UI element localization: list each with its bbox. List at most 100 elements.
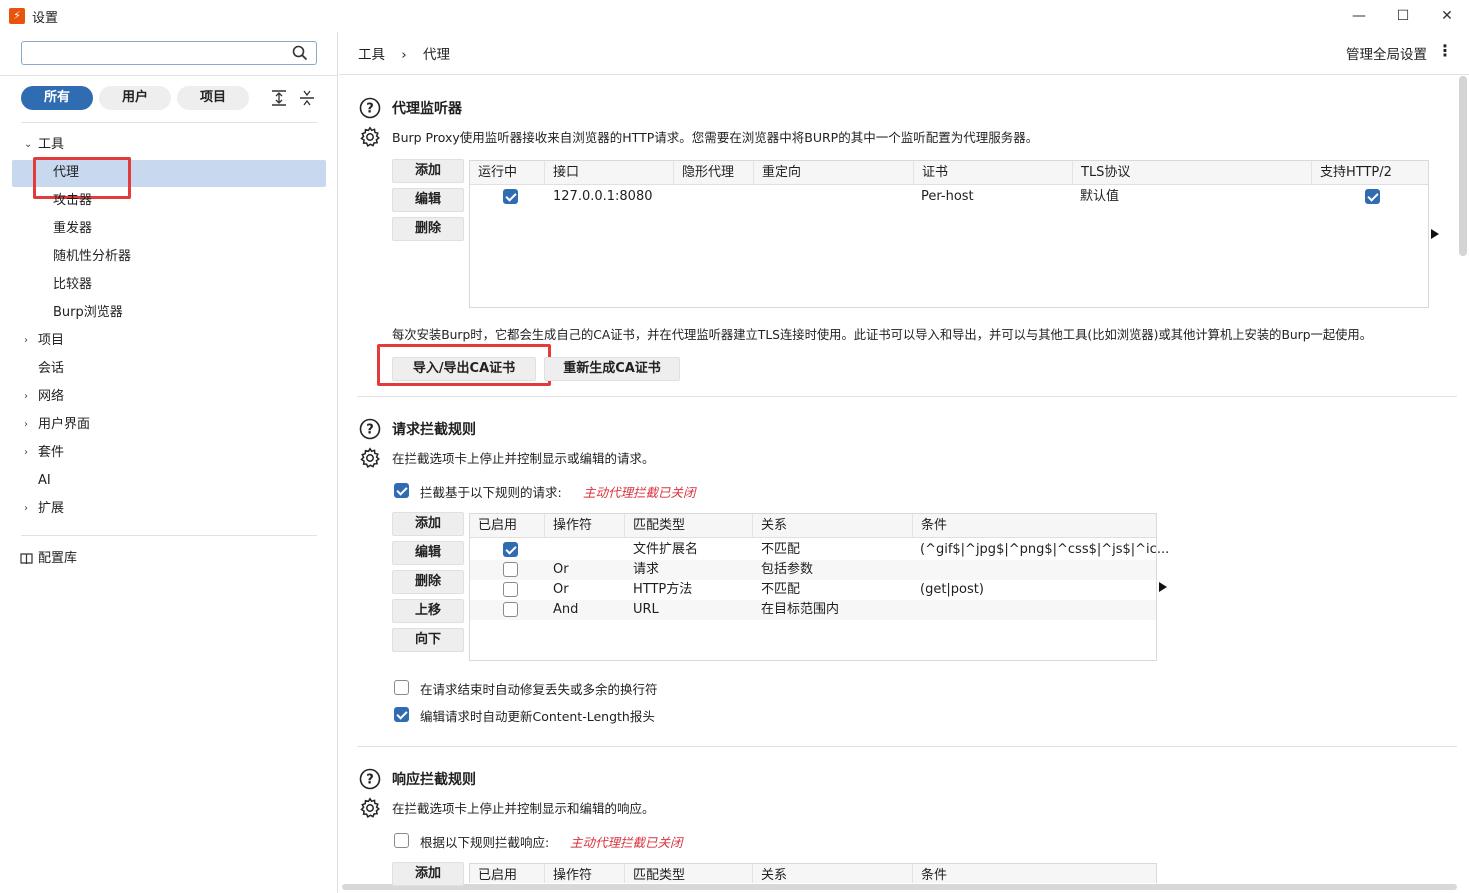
response-rules-title: 响应拦截规则: [392, 772, 476, 788]
help-icon[interactable]: ?: [359, 418, 381, 440]
listener-tls: 默认值: [1080, 189, 1120, 204]
column-header[interactable]: 匹配类型: [625, 864, 753, 883]
collapse-all-icon[interactable]: [297, 88, 317, 108]
minimize-button[interactable]: —: [1344, 4, 1374, 28]
chevron-down-icon[interactable]: ⌄: [24, 133, 36, 157]
expand-all-icon[interactable]: [269, 88, 289, 108]
table-header: 运行中 接口 隐形代理 重定向 证书 TLS协议 支持HTTP/2: [470, 161, 1428, 185]
column-header[interactable]: 操作符: [545, 514, 625, 538]
rule-edit-button[interactable]: 编辑: [392, 541, 464, 565]
close-button[interactable]: ✕: [1432, 4, 1462, 28]
listener-remove-button[interactable]: 删除: [392, 217, 464, 241]
listener-edit-button[interactable]: 编辑: [392, 188, 464, 212]
column-header[interactable]: 运行中: [470, 161, 545, 185]
column-header[interactable]: 重定向: [754, 161, 914, 185]
svg-text:?: ?: [366, 773, 374, 788]
search-icon[interactable]: [291, 44, 309, 62]
table-header: 已启用 操作符 匹配类型 关系 条件: [470, 514, 1156, 538]
response-rules-description: 在拦截选项卡上停止并控制显示和编辑的响应。: [392, 801, 655, 816]
column-header[interactable]: 支持HTTP/2: [1312, 161, 1428, 185]
column-header[interactable]: 条件: [913, 864, 1156, 883]
sidebar-search-input[interactable]: [21, 41, 317, 65]
section-divider: [357, 746, 1457, 747]
http2-checkbox[interactable]: [1365, 189, 1380, 204]
regenerate-ca-button[interactable]: 重新生成CA证书: [544, 357, 680, 381]
scroll-right-arrow-icon[interactable]: [1431, 229, 1439, 239]
column-header[interactable]: 隐形代理: [674, 161, 754, 185]
horizontal-scrollbar[interactable]: [342, 884, 1457, 890]
rule-enabled-checkbox[interactable]: [503, 562, 518, 577]
sidebar-divider: [0, 75, 338, 76]
chevron-right-icon[interactable]: ›: [24, 329, 36, 353]
column-header[interactable]: 证书: [914, 161, 1073, 185]
column-header[interactable]: 操作符: [545, 864, 625, 883]
auto-update-content-length-label: 编辑请求时自动更新Content-Length报头: [420, 709, 655, 724]
rule-enabled-checkbox[interactable]: [503, 542, 518, 557]
chevron-right-icon[interactable]: ›: [24, 441, 36, 465]
auto-fix-newlines-label: 在请求结束时自动修复丢失或多余的换行符: [420, 682, 658, 697]
intercept-status-text: 主动代理拦截已关闭: [570, 835, 683, 850]
manage-global-settings-link[interactable]: 管理全局设置: [1346, 43, 1427, 63]
running-checkbox[interactable]: [503, 189, 518, 204]
rule-enabled-checkbox[interactable]: [503, 602, 518, 617]
help-icon[interactable]: ?: [359, 768, 381, 790]
filter-project[interactable]: 项目: [177, 86, 249, 110]
column-header[interactable]: 已启用: [470, 864, 545, 883]
table-row[interactable]: Or 请求 包括参数: [470, 560, 1156, 580]
filter-user[interactable]: 用户: [99, 86, 171, 110]
help-icon[interactable]: ?: [359, 97, 381, 119]
chevron-right-icon[interactable]: ›: [24, 497, 36, 521]
table-header: 已启用 操作符 匹配类型 关系 条件: [470, 864, 1156, 883]
rule-move-up-button[interactable]: 上移: [392, 599, 464, 623]
intercept-responses-label: 根据以下规则拦截响应:: [420, 835, 550, 850]
chevron-right-icon[interactable]: ›: [24, 385, 36, 409]
response-rule-add-button[interactable]: 添加: [392, 862, 464, 886]
intercept-status-text: 主动代理拦截已关闭: [583, 485, 696, 500]
breadcrumb-root[interactable]: 工具: [358, 47, 385, 63]
table-row[interactable]: And URL 在目标范围内: [470, 600, 1156, 620]
column-header[interactable]: 关系: [753, 864, 913, 883]
maximize-button[interactable]: ☐: [1388, 4, 1418, 28]
column-header[interactable]: 关系: [753, 514, 913, 538]
svg-text:?: ?: [366, 423, 374, 438]
scroll-right-arrow-icon[interactable]: [1159, 582, 1167, 592]
column-header[interactable]: 条件: [913, 514, 1156, 538]
gear-icon[interactable]: [359, 797, 381, 819]
header-divider: [339, 74, 1469, 75]
auto-update-content-length-checkbox[interactable]: [394, 707, 409, 722]
table-row[interactable]: Or HTTP方法 不匹配 (get|post): [470, 580, 1156, 600]
more-options-icon[interactable]: ⋮: [1437, 41, 1453, 60]
section-divider: [357, 396, 1457, 397]
tree-item-label: 套件: [38, 445, 65, 460]
rule-move-down-button[interactable]: 向下: [392, 628, 464, 652]
intercept-responses-checkbox[interactable]: [394, 833, 409, 848]
intercept-requests-checkbox[interactable]: [394, 483, 409, 498]
rule-operator: Or: [553, 562, 569, 577]
rule-match-type: URL: [633, 602, 659, 617]
sidebar-divider: [21, 122, 317, 123]
vertical-scrollbar[interactable]: [1459, 76, 1467, 256]
rule-add-button[interactable]: 添加: [392, 512, 464, 536]
gear-icon[interactable]: [359, 126, 381, 148]
column-header[interactable]: 已启用: [470, 514, 545, 538]
rule-match-type: 请求: [633, 562, 660, 577]
table-row[interactable]: 文件扩展名 不匹配 (^gif$|^jpg$|^png$|^css$|^js$|…: [470, 540, 1169, 560]
tree-item-label: 扩展: [38, 501, 65, 516]
chevron-right-icon[interactable]: ›: [24, 413, 36, 437]
rule-relation: 在目标范围内: [761, 602, 840, 617]
listeners-table: 运行中 接口 隐形代理 重定向 证书 TLS协议 支持HTTP/2 127.0.…: [469, 160, 1429, 308]
table-row[interactable]: 127.0.0.1:8080 Per-host 默认值: [470, 186, 1428, 208]
column-header[interactable]: 匹配类型: [625, 514, 753, 538]
filter-all[interactable]: 所有: [21, 86, 93, 110]
auto-fix-newlines-checkbox[interactable]: [394, 680, 409, 695]
rule-enabled-checkbox[interactable]: [503, 582, 518, 597]
column-header[interactable]: 接口: [545, 161, 674, 185]
listener-add-button[interactable]: 添加: [392, 159, 464, 183]
gear-icon[interactable]: [359, 447, 381, 469]
rule-remove-button[interactable]: 删除: [392, 570, 464, 594]
listener-interface: 127.0.0.1:8080: [553, 189, 653, 204]
ca-description: 每次安装Burp时，它都会生成自己的CA证书，并在代理监听器建立TLS连接时使用…: [392, 328, 1373, 342]
intercept-requests-label: 拦截基于以下规则的请求:: [420, 485, 562, 500]
column-header[interactable]: TLS协议: [1073, 161, 1312, 185]
tree-item-label: 工具: [38, 137, 65, 152]
